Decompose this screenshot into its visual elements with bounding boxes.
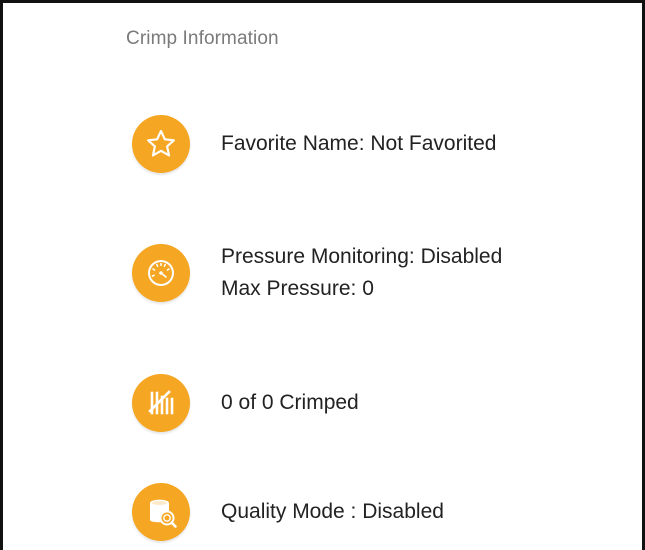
gauge-icon [132, 244, 190, 302]
quality-search-icon [132, 483, 190, 541]
tally-icon [132, 374, 190, 432]
crimp-count-info: 0 of 0 Crimped [221, 387, 359, 419]
quality-row: Quality Mode : Disabled [132, 483, 444, 541]
pressure-monitoring-text: Pressure Monitoring: Disabled [221, 245, 503, 268]
quality-mode-text: Quality Mode : Disabled [221, 500, 444, 523]
max-pressure-text: Max Pressure: 0 [221, 277, 374, 300]
favorite-info: Favorite Name: Not Favorited [221, 128, 496, 160]
quality-info: Quality Mode : Disabled [221, 496, 444, 528]
favorite-row: Favorite Name: Not Favorited [132, 115, 496, 173]
favorite-name-text: Favorite Name: Not Favorited [221, 132, 497, 155]
crimp-count-text: 0 of 0 Crimped [221, 391, 359, 414]
crimp-info-panel: Crimp Information Favorite Name: Not Fav… [0, 0, 645, 550]
star-icon [132, 115, 190, 173]
pressure-row: Pressure Monitoring: Disabled Max Pressu… [132, 241, 502, 305]
pressure-info: Pressure Monitoring: Disabled Max Pressu… [221, 241, 502, 305]
section-title: Crimp Information [126, 28, 279, 49]
crimp-count-row: 0 of 0 Crimped [132, 374, 359, 432]
